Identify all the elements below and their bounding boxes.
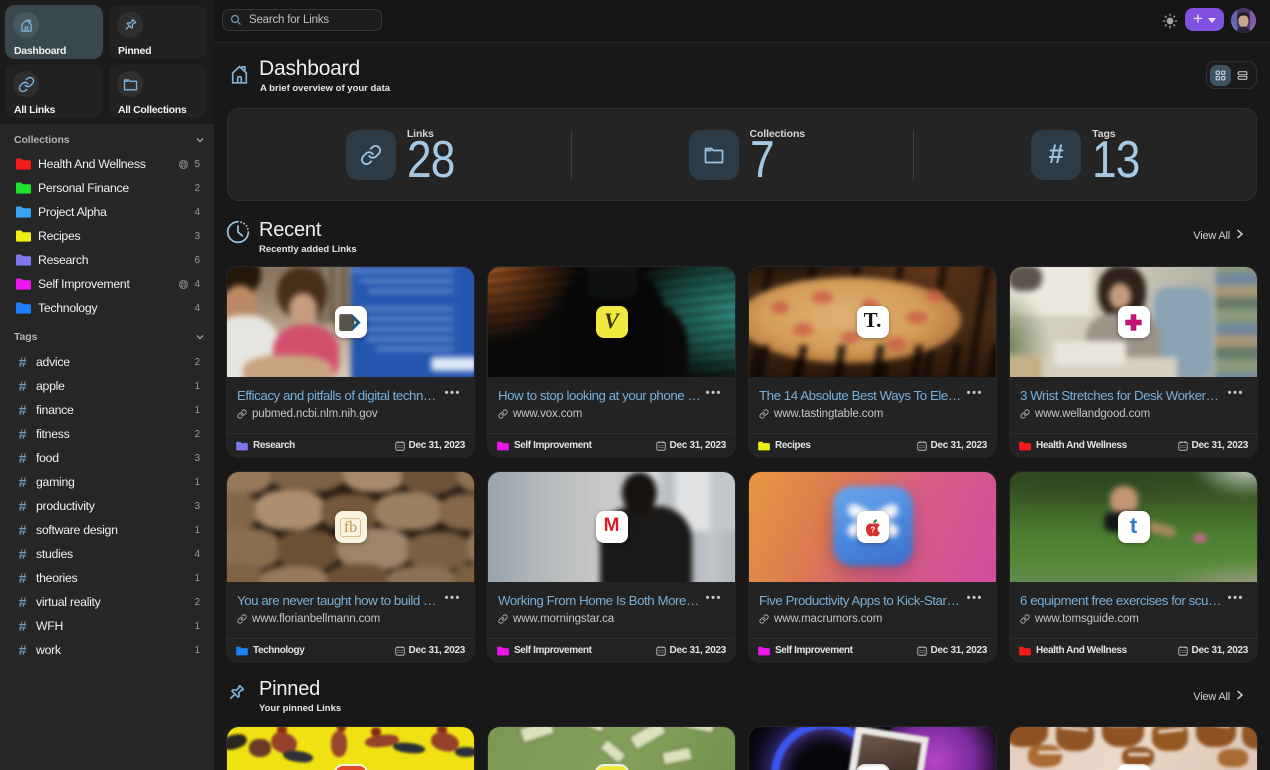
svg-text:?: ? — [870, 526, 875, 535]
